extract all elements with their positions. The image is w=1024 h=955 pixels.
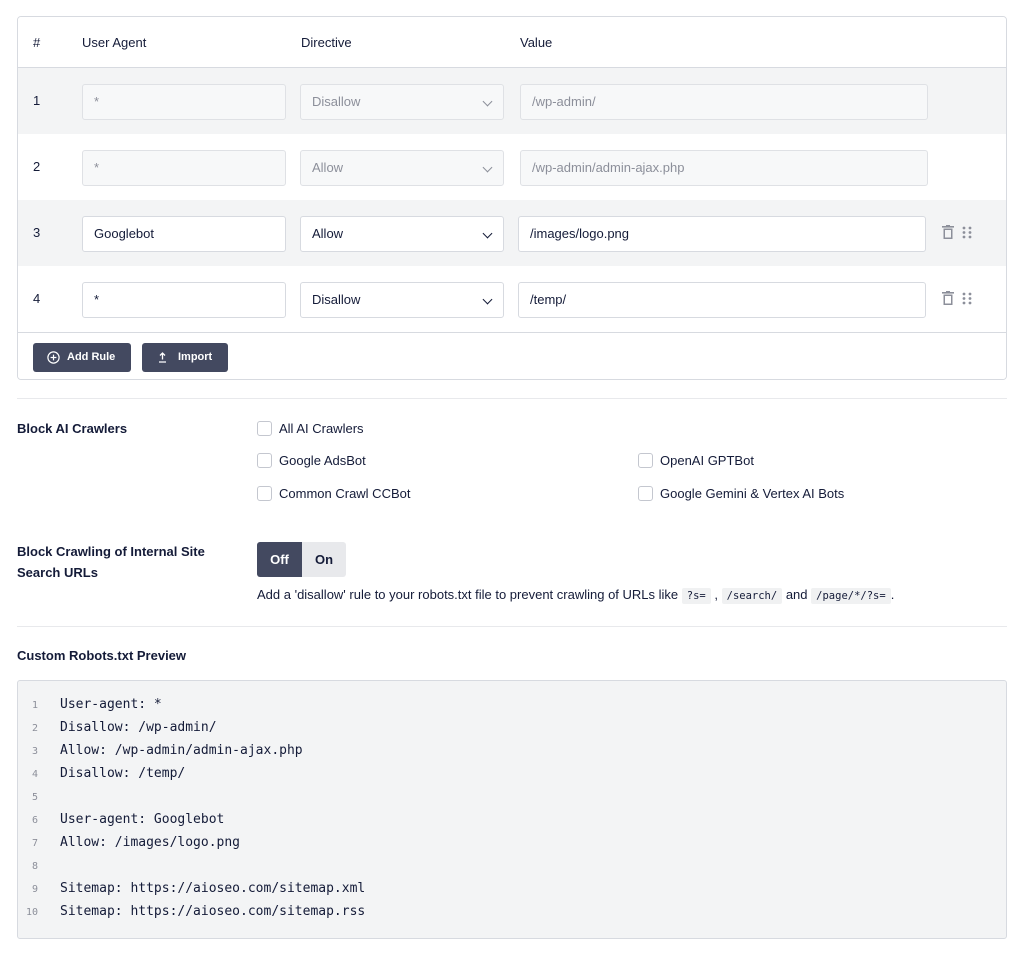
directive-select[interactable]: Allow xyxy=(300,216,504,252)
line-text: Allow: /wp-admin/admin-ajax.php xyxy=(60,743,303,758)
import-label: Import xyxy=(178,351,213,363)
checkbox-label: Common Crawl CCBot xyxy=(279,486,411,501)
line-text: Allow: /images/logo.png xyxy=(60,835,241,850)
search-urls-description: Add a 'disallow' rule to your robots.txt… xyxy=(257,587,895,604)
trash-icon[interactable] xyxy=(942,225,954,239)
robots-rules-table: # User Agent Directive Value 1 * Disallo… xyxy=(17,16,1007,380)
header-user-agent: User Agent xyxy=(82,35,147,50)
code-line: 5 xyxy=(18,787,1006,810)
add-rule-button[interactable]: Add Rule xyxy=(33,343,131,372)
chevron-down-icon xyxy=(482,294,493,305)
row-number: 4 xyxy=(33,291,41,306)
header-num: # xyxy=(33,35,41,50)
row-number: 3 xyxy=(33,225,41,240)
code-snippet: /search/ xyxy=(721,588,783,604)
header-directive: Directive xyxy=(301,35,352,50)
block-search-urls-label: Block Crawling of Internal Site Search U… xyxy=(17,544,205,580)
line-text: Disallow: /wp-admin/ xyxy=(60,720,217,735)
drag-handle-icon[interactable] xyxy=(962,226,972,239)
table-row: 4 * Disallow /temp/ xyxy=(18,266,1006,332)
line-number: 8 xyxy=(31,861,38,872)
code-line: 9 Sitemap: https://aioseo.com/sitemap.xml xyxy=(18,879,1006,902)
checkbox-google-adsbot[interactable]: Google AdsBot xyxy=(257,452,387,470)
code-snippet: /page/*/?s= xyxy=(811,588,891,604)
table-row: 2 * Allow /wp-admin/admin-ajax.php xyxy=(18,134,1006,200)
line-number: 6 xyxy=(31,815,38,826)
user-agent-input: * xyxy=(82,84,286,120)
line-text: User-agent: Googlebot xyxy=(60,812,225,827)
code-line: 4 Disallow: /temp/ xyxy=(18,764,1006,787)
toggle-off-option[interactable]: Off xyxy=(257,542,302,577)
checkbox-label: Google Gemini & Vertex AI Bots xyxy=(660,486,845,501)
user-agent-input[interactable]: Googlebot xyxy=(82,216,286,252)
section-divider xyxy=(17,626,1007,627)
value-input: /wp-admin/admin-ajax.php xyxy=(520,150,928,186)
checkbox-box[interactable] xyxy=(638,486,653,501)
row-number: 2 xyxy=(33,159,41,174)
add-rule-label: Add Rule xyxy=(67,351,116,363)
code-line: 8 xyxy=(18,856,1006,879)
import-button[interactable]: Import xyxy=(142,343,228,372)
value-input[interactable]: /temp/ xyxy=(518,282,926,318)
plus-circle-icon xyxy=(47,351,60,364)
line-number: 9 xyxy=(31,884,38,895)
directive-select: Disallow xyxy=(300,84,504,120)
checkbox-all-ai-crawlers[interactable]: All AI Crawlers xyxy=(257,420,377,438)
directive-select: Allow xyxy=(300,150,504,186)
drag-handle-icon[interactable] xyxy=(962,292,972,305)
checkbox-box[interactable] xyxy=(257,421,272,436)
trash-icon[interactable] xyxy=(942,291,954,305)
user-agent-input[interactable]: * xyxy=(82,282,286,318)
table-header: # User Agent Directive Value xyxy=(18,17,1006,68)
checkbox-openai-gptbot[interactable]: OpenAI GPTBot xyxy=(638,452,768,470)
value-input[interactable]: /images/logo.png xyxy=(518,216,926,252)
checkbox-box[interactable] xyxy=(257,486,272,501)
line-text: Sitemap: https://aioseo.com/sitemap.rss xyxy=(60,904,366,919)
line-number: 2 xyxy=(31,723,38,734)
search-urls-toggle[interactable]: Off On xyxy=(257,542,346,577)
chevron-down-icon xyxy=(482,228,493,239)
table-footer: Add Rule Import xyxy=(18,332,1006,379)
checkbox-box[interactable] xyxy=(257,453,272,468)
code-line: 1 User-agent: * xyxy=(18,695,1006,718)
checkbox-google-gemini-vertex[interactable]: Google Gemini & Vertex AI Bots xyxy=(638,485,868,503)
code-line: 10 Sitemap: https://aioseo.com/sitemap.rs… xyxy=(18,902,1006,925)
line-number: 3 xyxy=(31,746,38,757)
chevron-down-icon xyxy=(482,96,493,107)
header-value: Value xyxy=(520,35,553,50)
code-snippet: ?s= xyxy=(681,588,711,604)
value-input: /wp-admin/ xyxy=(520,84,928,120)
line-number: 1 xyxy=(31,700,38,711)
table-row: 1 * Disallow /wp-admin/ xyxy=(18,68,1006,134)
code-line: 3 Allow: /wp-admin/admin-ajax.php xyxy=(18,741,1006,764)
checkbox-label: All AI Crawlers xyxy=(279,421,364,436)
row-number: 1 xyxy=(33,93,41,108)
code-line: 6 User-agent: Googlebot xyxy=(18,810,1006,833)
user-agent-input: * xyxy=(82,150,286,186)
directive-select[interactable]: Disallow xyxy=(300,282,504,318)
section-divider xyxy=(17,398,1007,399)
robots-txt-preview: 1 User-agent: * 2 Disallow: /wp-admin/ 3 Al… xyxy=(17,680,1007,939)
line-number: 4 xyxy=(31,769,38,780)
checkbox-box[interactable] xyxy=(638,453,653,468)
table-row: 3 Googlebot Allow /images/logo.png xyxy=(18,200,1006,266)
checkbox-label: OpenAI GPTBot xyxy=(660,453,754,468)
line-number: 10 xyxy=(25,907,38,918)
line-number: 7 xyxy=(31,838,38,849)
robots-preview-label: Custom Robots.txt Preview xyxy=(17,648,187,663)
toggle-on-option[interactable]: On xyxy=(302,542,346,577)
block-ai-crawlers-label: Block AI Crawlers xyxy=(17,421,128,436)
upload-icon xyxy=(159,352,166,363)
line-number: 5 xyxy=(31,792,38,803)
line-text: User-agent: * xyxy=(60,697,162,712)
code-line: 2 Disallow: /wp-admin/ xyxy=(18,718,1006,741)
line-text: Disallow: /temp/ xyxy=(60,766,186,781)
checkbox-common-crawl-ccbot[interactable]: Common Crawl CCBot xyxy=(257,485,427,503)
line-text: Sitemap: https://aioseo.com/sitemap.xml xyxy=(60,881,366,896)
checkbox-label: Google AdsBot xyxy=(279,453,366,468)
chevron-down-icon xyxy=(482,162,493,173)
code-line: 7 Allow: /images/logo.png xyxy=(18,833,1006,856)
